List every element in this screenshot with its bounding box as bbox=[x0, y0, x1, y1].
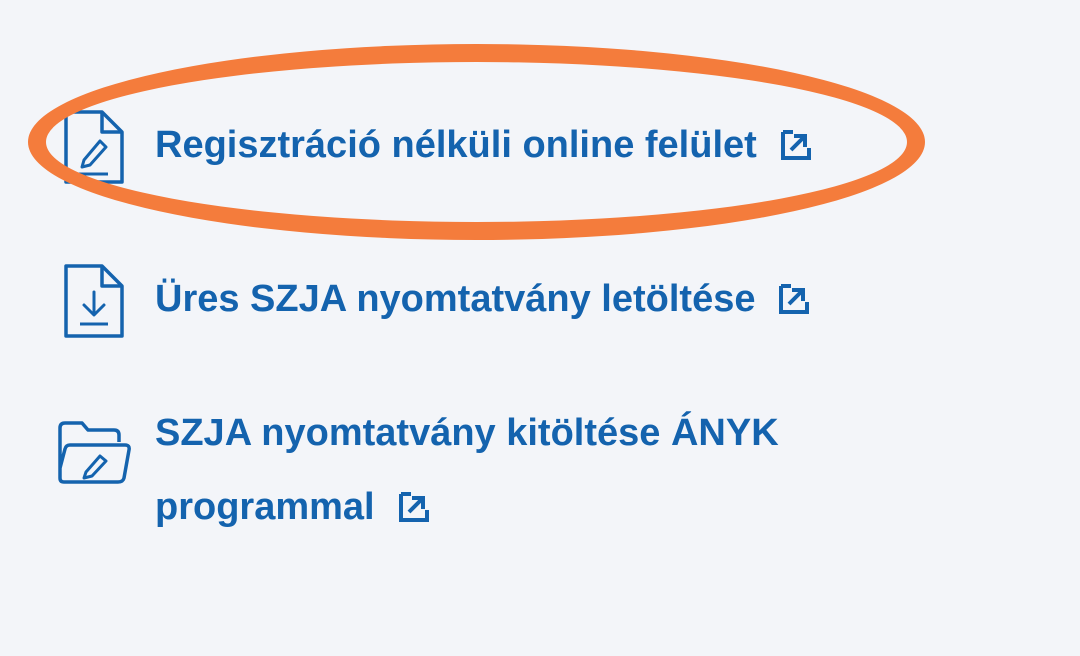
anyk-program-link-line1: SZJA nyomtatvány kitöltése ÁNYK bbox=[155, 412, 779, 454]
link-item-online-form: Regisztráció nélküli online felület bbox=[0, 0, 1080, 240]
anyk-program-link[interactable]: SZJA nyomtatvány kitöltése ÁNYK programm… bbox=[155, 396, 855, 544]
online-form-link[interactable]: Regisztráció nélküli online felület bbox=[155, 108, 815, 182]
external-link-icon bbox=[780, 129, 811, 160]
external-link-icon bbox=[779, 283, 810, 314]
anyk-program-link-line2: programmal bbox=[155, 486, 375, 528]
document-download-icon bbox=[64, 264, 124, 338]
online-form-link-label: Regisztráció nélküli online felület bbox=[155, 124, 757, 166]
download-form-link-label: Üres SZJA nyomtatvány letöltése bbox=[155, 278, 756, 320]
link-item-anyk-program: SZJA nyomtatvány kitöltése ÁNYK programm… bbox=[0, 380, 1080, 560]
folder-edit-icon bbox=[58, 421, 131, 484]
download-form-link[interactable]: Üres SZJA nyomtatvány letöltése bbox=[155, 262, 813, 336]
external-link-icon bbox=[398, 491, 429, 522]
link-item-download-form: Üres SZJA nyomtatvány letöltése bbox=[0, 240, 1080, 380]
document-edit-icon bbox=[64, 110, 124, 184]
